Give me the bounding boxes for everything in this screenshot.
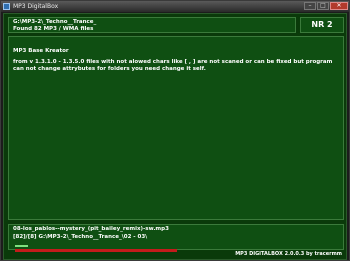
app-icon xyxy=(3,3,10,10)
total-progress-bar xyxy=(15,249,177,252)
file-progress-bar xyxy=(15,245,28,247)
window-title: MP3 DigitalBox xyxy=(13,3,59,10)
nr-label: NR 2 xyxy=(311,20,333,29)
found-count: Found 82 MP3 / WMA files xyxy=(13,26,94,32)
folder-path: G:\MP3-2\_Techno__Trance_ xyxy=(13,19,97,25)
window-controls: – □ ✕ xyxy=(304,2,348,11)
main-title: MP3 Base Kreator xyxy=(13,48,69,54)
main-panel: MP3 Base Kreator from v 1.3.1.0 - 1.3.5.… xyxy=(8,36,344,220)
progress-text: [82]/[8] G:\MP3-2\_Techno__Trance_\02 - … xyxy=(13,234,148,240)
client-area: G:\MP3-2\_Techno__Trance_ Found 82 MP3 /… xyxy=(3,13,347,260)
version-label: MP3 DIGITALBOX 2.0.0.3 by tracermm xyxy=(235,251,342,257)
close-button[interactable]: ✕ xyxy=(330,2,348,10)
maximize-button[interactable]: □ xyxy=(317,2,329,10)
status-panel: 08-los_pablos--mystery_(pit_bailey_remix… xyxy=(8,224,344,252)
nr-panel: NR 2 xyxy=(300,17,344,33)
current-file: 08-los_pablos--mystery_(pit_bailey_remix… xyxy=(13,226,169,232)
main-text: from v 1.3.1.0 - 1.3.5.0 files with not … xyxy=(13,59,333,72)
title-bar[interactable]: MP3 DigitalBox – □ ✕ xyxy=(1,1,349,12)
folder-info-panel: G:\MP3-2\_Techno__Trance_ Found 82 MP3 /… xyxy=(8,17,296,33)
minimize-button[interactable]: – xyxy=(304,2,316,10)
app-window: MP3 DigitalBox – □ ✕ G:\MP3-2\_Techno__T… xyxy=(0,0,350,261)
